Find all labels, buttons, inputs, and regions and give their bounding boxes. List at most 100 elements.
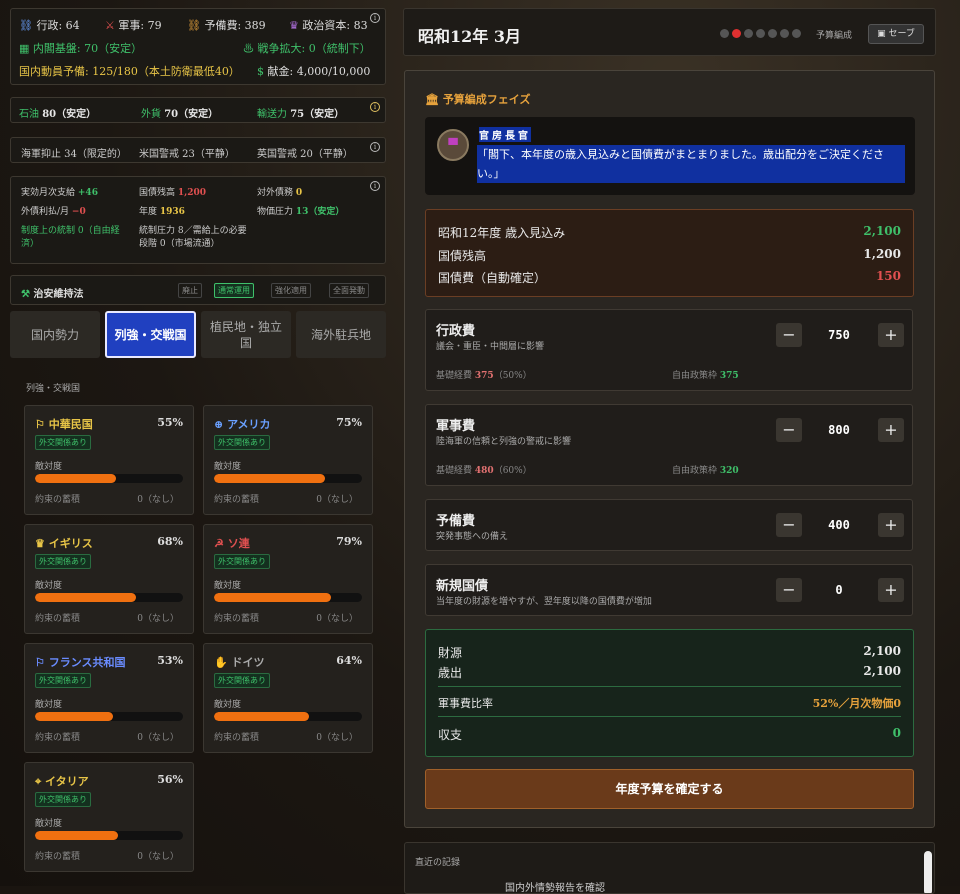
oil-label: 石油 — [19, 109, 39, 120]
hostility-percent: 75% — [336, 416, 362, 429]
dollar-icon: $ — [257, 65, 264, 78]
option-normal[interactable]: 通常運用 — [214, 283, 254, 298]
hostility-percent: 55% — [157, 416, 183, 429]
diplomatic-badge: 外交関係あり — [214, 673, 270, 688]
promise-label: 約束の蓄積 — [214, 614, 260, 624]
log-scrollbar[interactable] — [924, 851, 932, 893]
increase-button[interactable]: + — [878, 513, 904, 537]
fund-stat: $ 献金: 4,000/10,000 — [257, 63, 370, 79]
increase-button[interactable]: + — [878, 418, 904, 442]
globe-icon: ⊕ — [214, 418, 224, 431]
budget-title: 🏛 予算編成フェイズ — [425, 91, 530, 107]
budget-panel: 🏛 予算編成フェイズ ▀ 官房長官 「閣下、本年度の歳入見込みと国債費がまとまり… — [404, 70, 935, 828]
tab-overseas[interactable]: 海外駐兵地 — [296, 311, 386, 358]
country-card[interactable]: ⚐ フランス共和国 53% 外交関係あり 敵対度 約束の蓄積 0（なし） — [24, 643, 194, 753]
ship-value: 75（安定） — [290, 109, 345, 120]
monthly-value: +46 — [77, 188, 98, 198]
country-label: アメリカ — [227, 418, 271, 431]
item-subtitle: 突発事態への備え — [436, 532, 509, 542]
country-card[interactable]: ♛ イギリス 68% 外交関係あり 敵対度 約束の蓄積 0（なし） — [24, 524, 194, 634]
expense-label: 歳出 — [438, 666, 463, 680]
save-icon: ▣ — [877, 29, 886, 39]
free-policy-value: 320 — [719, 466, 739, 476]
confirm-budget-button[interactable]: 年度予算を確定する — [425, 769, 914, 809]
fx-value: 70（安定） — [164, 109, 219, 120]
hostility-bar-fill — [35, 474, 117, 483]
decrease-button[interactable]: − — [776, 513, 802, 537]
bank-icon: 🏛 — [425, 93, 439, 106]
country-label: ソ連 — [227, 537, 250, 550]
source-row: 財源 2,100 — [438, 644, 901, 661]
crown-icon: ♛ — [35, 537, 45, 550]
tab-powers[interactable]: 列強・交戦国 — [105, 311, 196, 358]
fx-stat: 外貨 70（安定） — [141, 105, 218, 120]
expense-value: 2,100 — [863, 664, 901, 678]
country-label: イギリス — [48, 537, 93, 550]
diplomatic-badge: 外交関係あり — [214, 554, 270, 569]
base-cost-label: 基礎経費 — [436, 371, 473, 381]
date-title: 昭和12年 3月 — [418, 27, 521, 46]
ship-stat: 輸送力 75（安定） — [257, 105, 344, 120]
interest-row: 国債費（自動確定） 150 — [438, 269, 901, 286]
crown-icon: ♛ — [289, 19, 299, 32]
debt-label: 国債残高 — [438, 249, 487, 263]
monthly-stat: 実効月次支給 +46 — [21, 185, 98, 198]
option-strengthen[interactable]: 強化適用 — [271, 283, 311, 298]
decrease-button[interactable]: − — [776, 578, 802, 602]
revenue-value: 2,100 — [863, 224, 901, 238]
decrease-button[interactable]: − — [776, 323, 802, 347]
hostility-bar-fill — [214, 593, 331, 602]
country-card[interactable]: ☭ ソ連 79% 外交関係あり 敵対度 約束の蓄積 0（なし） — [203, 524, 373, 634]
country-card[interactable]: ⚐ 中華民国 55% 外交関係あり 敵対度 約束の蓄積 0（なし） — [24, 405, 194, 515]
tab-colonies[interactable]: 植民地・独立国 — [201, 311, 291, 358]
item-value[interactable]: 0 — [804, 583, 874, 597]
reserve-stat: ⛓ 予備費: 389 — [187, 17, 266, 33]
info-icon[interactable]: i — [370, 13, 380, 23]
option-full[interactable]: 全面発動 — [329, 283, 369, 298]
wrench-icon: ⚒ — [21, 289, 30, 300]
balance-value: 0 — [892, 726, 901, 740]
option-abolish[interactable]: 廃止 — [178, 283, 202, 298]
phase-label: 予算編成 — [816, 31, 853, 41]
source-label: 財源 — [438, 646, 463, 660]
info-icon[interactable]: i — [370, 181, 380, 191]
country-label: イタリア — [45, 775, 89, 788]
stats-panel: ⛓ 行政: 64 ⚔ 軍事: 79 ⛓ 予備費: 389 ♛ 政治資本: 83 … — [10, 8, 386, 85]
year-stat: 年度 1936 — [139, 204, 185, 217]
item-value[interactable]: 750 — [804, 328, 874, 342]
info-icon[interactable]: i — [370, 142, 380, 152]
country-card[interactable]: ⊕ アメリカ 75% 外交関係あり 敵対度 約束の蓄積 0（なし） — [203, 405, 373, 515]
item-value[interactable]: 800 — [804, 423, 874, 437]
country-card[interactable]: ⌖ イタリア 56% 外交関係あり 敵対度 約束の蓄積 0（なし） — [24, 762, 194, 872]
free-policy-label: 自由政策枠 — [672, 371, 718, 381]
link-icon: ⛓ — [19, 19, 33, 32]
debt-row: 国債残高 1,200 — [438, 247, 901, 264]
country-name: ⚐ フランス共和国 — [35, 654, 126, 670]
hostility-bar — [214, 593, 362, 602]
revenue-row: 昭和12年度 歳入見込み 2,100 — [438, 224, 901, 241]
interest-label: 国債費（自動確定） — [438, 271, 547, 285]
promise-label: 約束の蓄積 — [35, 733, 81, 743]
flag-icon: ⚐ — [35, 656, 45, 669]
tab-domestic[interactable]: 国内勢力 — [10, 311, 100, 358]
hostility-percent: 79% — [336, 535, 362, 548]
us-alert-stat: 米国警戒 23（平静） — [139, 149, 235, 160]
oil-stat: 石油 80（安定） — [19, 105, 96, 120]
save-button[interactable]: ▣ セーブ — [868, 24, 924, 44]
increase-button[interactable]: + — [878, 323, 904, 347]
progress-dots — [720, 29, 801, 38]
finance-panel: 実効月次支給 +46 国債残高 1,200 対外債務 0 外債利払/月 −0 年… — [10, 176, 386, 264]
hostility-bar — [35, 712, 183, 721]
item-value[interactable]: 400 — [804, 518, 874, 532]
promise-value: 0（なし） — [137, 733, 179, 743]
country-card[interactable]: ✋ ドイツ 64% 外交関係あり 敵対度 約束の蓄積 0（なし） — [203, 643, 373, 753]
hostility-label: 敵対度 — [214, 581, 242, 591]
promise-value: 0（なし） — [137, 614, 179, 624]
hostility-label: 敵対度 — [35, 462, 63, 472]
info-icon[interactable]: i — [370, 102, 380, 112]
decrease-button[interactable]: − — [776, 418, 802, 442]
log-panel: 直近の記録 国内外情勢報告を確認 — [404, 842, 935, 894]
item-title: 行政費 — [436, 324, 476, 339]
save-label: セーブ — [888, 29, 915, 39]
increase-button[interactable]: + — [878, 578, 904, 602]
